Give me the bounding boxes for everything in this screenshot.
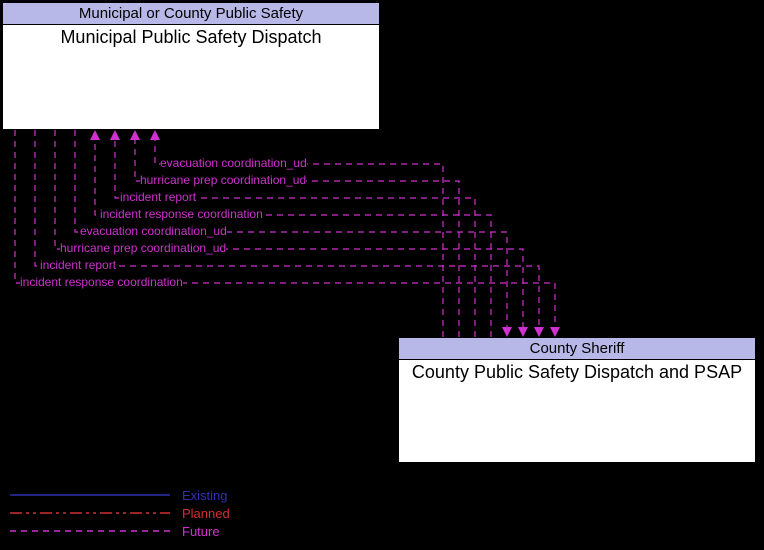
flow-label-0: evacuation coordination_ud <box>160 156 307 170</box>
legend-swatch-planned <box>10 506 170 520</box>
legend-row-existing: Existing <box>10 486 754 504</box>
legend-swatch-future <box>10 524 170 538</box>
legend-label-future: Future <box>182 524 220 539</box>
legend: Existing Planned Future <box>0 478 764 550</box>
box-municipal-title: Municipal Public Safety Dispatch <box>3 25 379 50</box>
legend-swatch-existing <box>10 488 170 502</box>
flow-label-4: evacuation coordination_ud <box>80 224 227 238</box>
box-municipal: Municipal or County Public Safety Munici… <box>2 2 380 130</box>
legend-label-planned: Planned <box>182 506 230 521</box>
box-county: County Sheriff County Public Safety Disp… <box>398 337 756 463</box>
box-municipal-header: Municipal or County Public Safety <box>3 3 379 25</box>
box-county-title: County Public Safety Dispatch and PSAP <box>399 360 755 385</box>
flow-label-3: incident response coordination <box>100 207 263 221</box>
box-county-header: County Sheriff <box>399 338 755 360</box>
flow-label-2: incident report <box>120 190 196 204</box>
legend-row-future: Future <box>10 522 754 540</box>
flow-label-6: incident report <box>40 258 116 272</box>
legend-row-planned: Planned <box>10 504 754 522</box>
legend-label-existing: Existing <box>182 488 228 503</box>
flow-label-1: hurricane prep coordination_ud <box>140 173 306 187</box>
flow-label-7: incident response coordination <box>20 275 183 289</box>
flow-label-5: hurricane prep coordination_ud <box>60 241 226 255</box>
